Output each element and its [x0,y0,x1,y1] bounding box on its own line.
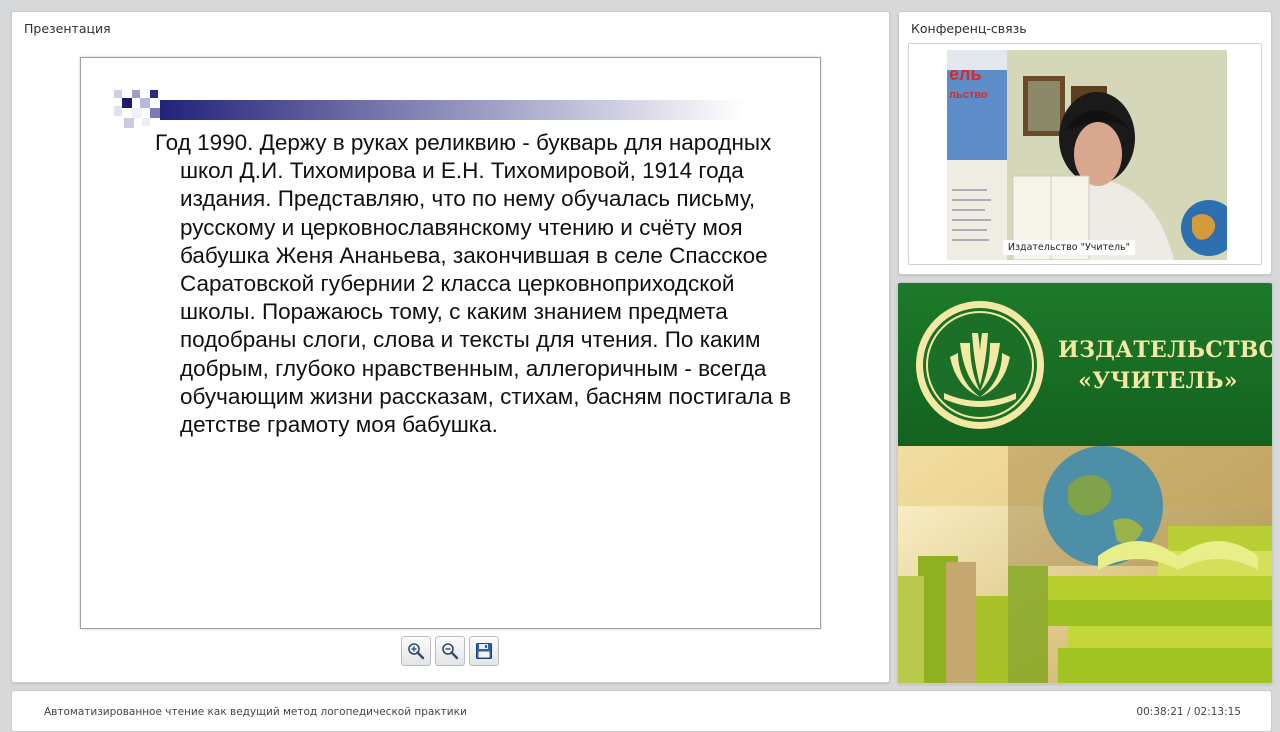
footer-bar: Автоматизированное чтение как ведущий ме… [11,690,1272,732]
slide-text: Год 1990. Держу в руках реликвию - буква… [155,130,792,438]
books-globe-illustration [898,446,1272,683]
publisher-banner-header: ИЗДАТЕЛЬСТВО «УЧИТЕЛЬ» [898,283,1272,446]
time-readout: 00:38:21 / 02:13:15 [1136,706,1241,718]
participant-caption: Издательство "Учитель" [1002,240,1135,255]
total-time: 02:13:15 [1193,706,1241,718]
presentation-title: Презентация [24,21,111,36]
slide-decoration [114,90,744,128]
publisher-name: ИЗДАТЕЛЬСТВО «УЧИТЕЛЬ» [1058,335,1273,397]
video-feed-image: ель льство [947,50,1227,260]
publisher-name-line1: ИЗДАТЕЛЬСТВО [1058,337,1273,363]
zoom-out-icon [442,643,459,660]
zoom-in-icon [408,643,425,660]
publisher-name-line2: «УЧИТЕЛЬ» [1078,368,1238,394]
publisher-banner: ИЗДАТЕЛЬСТВО «УЧИТЕЛЬ» [897,282,1273,684]
conference-title: Конференц-связь [911,21,1027,36]
conference-panel: Конференц-связь ель льство Издательство … [898,11,1272,275]
video-frame[interactable]: ель льство Издательство "Учитель" [908,43,1262,265]
time-separator: / [1186,706,1194,718]
publisher-logo-icon [916,301,1044,429]
svg-text:льство: льство [949,89,988,101]
zoom-out-button[interactable] [435,636,465,666]
video-feed: ель льство Издательство "Учитель" [947,50,1227,260]
elapsed-time: 00:38:21 [1136,706,1184,718]
save-button[interactable] [469,636,499,666]
floppy-disk-icon [476,643,492,659]
slide: Год 1990. Держу в руках реликвию - буква… [80,57,821,629]
svg-text:ель: ель [949,64,982,84]
zoom-in-button[interactable] [401,636,431,666]
presentation-panel: Презентация Год 1990. Держу в руках рели… [11,11,890,683]
lecture-title: Автоматизированное чтение как ведущий ме… [44,706,467,718]
